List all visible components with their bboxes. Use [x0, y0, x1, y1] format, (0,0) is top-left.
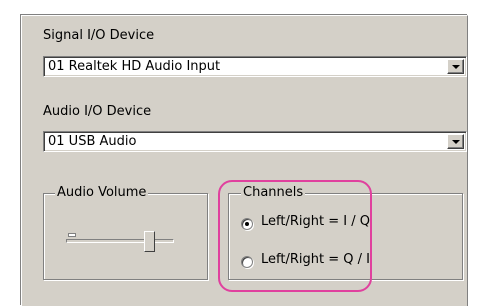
- audio-io-label: Audio I/O Device: [43, 104, 152, 119]
- signal-io-label: Signal I/O Device: [43, 28, 155, 43]
- audio-io-dropdown-button[interactable]: [447, 134, 464, 149]
- audio-io-dropdown[interactable]: 01 USB Audio: [43, 131, 467, 152]
- slider-min-mark: [68, 233, 76, 237]
- slider-track[interactable]: [66, 239, 174, 243]
- audio-volume-title: Audio Volume: [55, 185, 149, 200]
- dropdown-arrow-icon: [452, 65, 460, 69]
- slider-thumb[interactable]: [143, 231, 155, 252]
- signal-io-value: 01 Realtek HD Audio Input: [48, 59, 221, 74]
- signal-io-dropdown-button[interactable]: [447, 59, 464, 74]
- audio-io-value: 01 USB Audio: [48, 134, 137, 149]
- signal-io-dropdown[interactable]: 01 Realtek HD Audio Input: [43, 56, 467, 77]
- channels-highlight-outline: [218, 180, 372, 292]
- dropdown-arrow-icon: [452, 140, 460, 144]
